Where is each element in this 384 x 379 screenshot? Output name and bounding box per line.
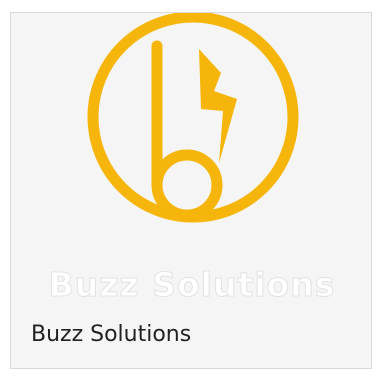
- lightning-bolt-icon: [199, 49, 237, 163]
- logo-ring: [87, 13, 299, 223]
- company-name[interactable]: Buzz Solutions: [31, 321, 191, 349]
- company-card[interactable]: Buzz Solutions Buzz Solutions: [10, 12, 372, 369]
- logo-wordmark: Buzz Solutions: [48, 265, 336, 305]
- logo-bowl: [151, 149, 223, 221]
